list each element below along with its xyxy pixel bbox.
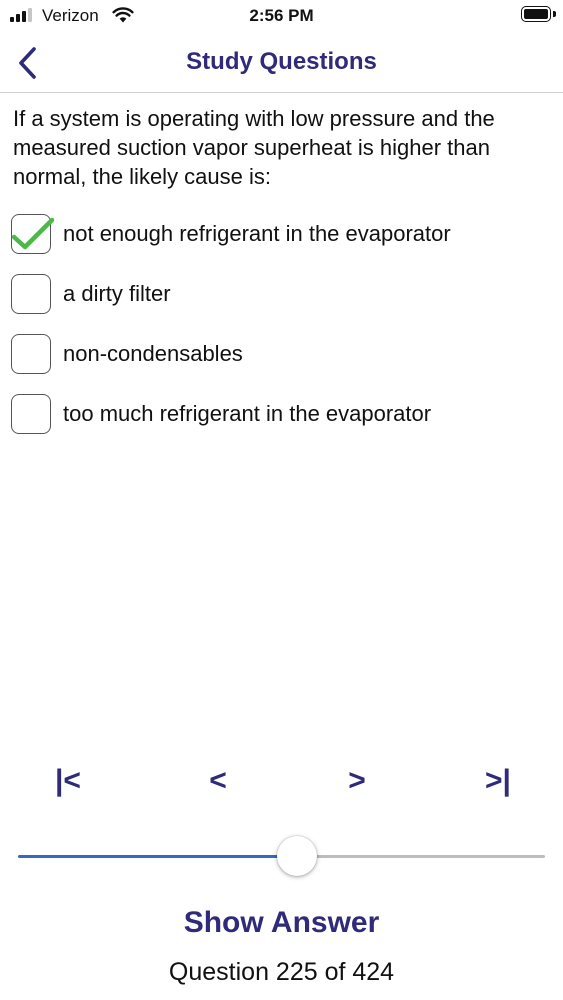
option-checkbox[interactable] (11, 394, 51, 434)
battery-fill (524, 9, 548, 19)
answer-options: not enough refrigerant in the evaporator… (11, 212, 551, 452)
page-title: Study Questions (186, 48, 377, 75)
option-label: too much refrigerant in the evaporator (63, 401, 432, 426)
option-item[interactable]: too much refrigerant in the evaporator (11, 392, 551, 436)
option-item[interactable]: not enough refrigerant in the evaporator (11, 212, 551, 256)
battery-tip (553, 11, 556, 17)
first-question-button[interactable]: |< (36, 756, 100, 806)
option-item[interactable]: a dirty filter (11, 272, 551, 316)
option-label: a dirty filter (63, 281, 171, 306)
question-text: If a system is operating with low pressu… (13, 106, 495, 189)
status-time: 2:56 PM (249, 6, 314, 25)
question-counter: Question 225 of 424 (168, 958, 395, 986)
next-question-button[interactable]: > (325, 756, 389, 806)
show-answer-button[interactable]: Show Answer (0, 906, 563, 940)
option-label: non-condensables (63, 341, 243, 366)
checkmark-icon (11, 217, 55, 250)
slider-thumb[interactable] (277, 836, 318, 876)
slider-track-filled (18, 855, 298, 858)
battery-icon (521, 6, 551, 22)
slider-track-empty (297, 855, 545, 858)
status-bar: Verizon 2:56 PM (0, 0, 563, 34)
question-pager: |< < > >| (0, 756, 563, 806)
option-checkbox[interactable] (11, 214, 55, 254)
navigation-bar: Study Questions (0, 34, 563, 93)
option-item[interactable]: non-condensables (11, 332, 551, 376)
option-checkbox[interactable] (11, 274, 51, 314)
previous-question-button[interactable]: < (186, 756, 250, 806)
question-slider[interactable] (18, 836, 545, 876)
option-label: not enough refrigerant in the evaporator (63, 221, 451, 246)
last-question-button[interactable]: >| (466, 756, 530, 806)
option-checkbox[interactable] (11, 334, 51, 374)
